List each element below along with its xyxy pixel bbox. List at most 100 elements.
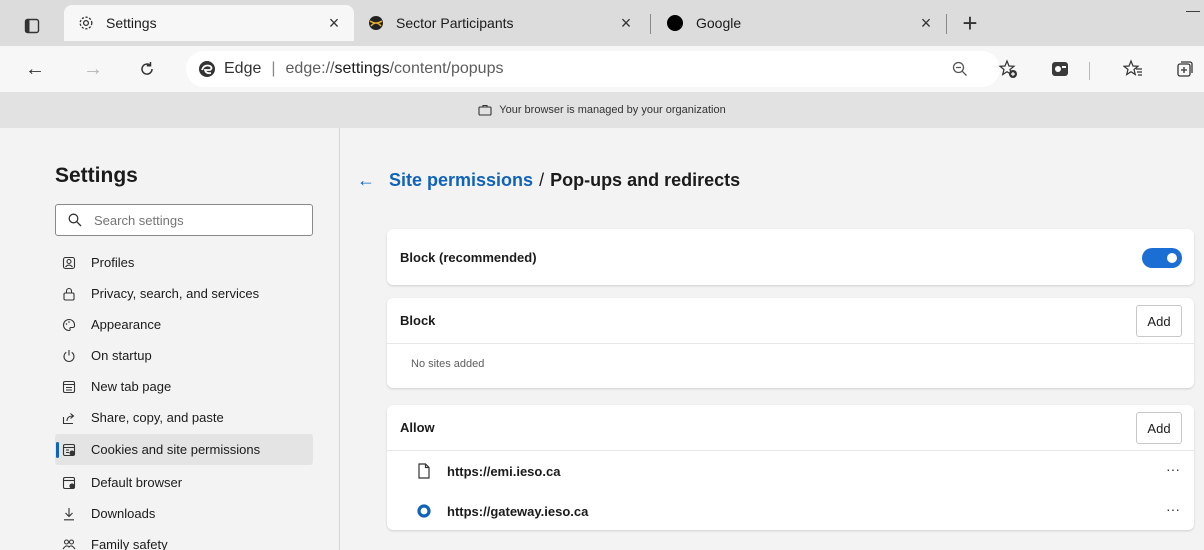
sidebar-item-label: Privacy, search, and services — [91, 286, 260, 301]
main-content: ← Site permissions / Pop-ups and redirec… — [341, 128, 1204, 550]
extension-icon — [1052, 62, 1068, 76]
block-list-card: Block Add No sites added — [387, 298, 1194, 388]
more-options-button[interactable]: ··· — [1166, 501, 1180, 517]
briefcase-icon — [478, 104, 492, 116]
toolbar: ← → Edge | edge://settings/content/popup… — [0, 46, 1204, 92]
collections-button[interactable] — [1172, 56, 1198, 82]
sidebar-item-family-safety[interactable]: Family safety — [55, 529, 313, 550]
allow-site-row: https://emi.ieso.ca ··· — [387, 451, 1194, 491]
url-text: edge://settings/content/popups — [286, 60, 504, 78]
palette-icon — [60, 316, 78, 334]
sidebar-item-label: Downloads — [91, 506, 156, 521]
tab-google[interactable]: Google × — [656, 5, 946, 41]
lock-icon — [60, 285, 78, 303]
tab-strip: Settings × Sector Participants × Google … — [0, 0, 1204, 46]
tab-separator — [946, 14, 947, 34]
tab-separator — [650, 14, 651, 34]
gear-icon — [79, 16, 93, 30]
tab-close-button[interactable]: × — [320, 13, 348, 34]
page-title: Pop-ups and redirects — [550, 170, 741, 190]
block-recommended-label: Block (recommended) — [400, 249, 537, 265]
sidebar-item-label: Cookies and site permissions — [91, 442, 261, 457]
sidebar-item-downloads[interactable]: Downloads — [55, 498, 313, 529]
sidebar-item-appearance[interactable]: Appearance — [55, 309, 313, 340]
refresh-icon — [141, 62, 153, 75]
managed-banner: Your browser is managed by your organiza… — [0, 92, 1204, 128]
minimize-button[interactable]: — — [1186, 2, 1200, 18]
site-ring-icon — [415, 504, 433, 518]
add-favorite-button[interactable] — [995, 56, 1021, 82]
allow-list-card: Allow Add https://emi.ieso.ca ··· https:… — [387, 405, 1194, 530]
sidebar-item-profiles[interactable]: Profiles — [55, 247, 313, 278]
tab-actions-button[interactable] — [14, 12, 50, 40]
block-recommended-row: Block (recommended) — [387, 229, 1194, 285]
toolbar-divider — [1089, 62, 1090, 80]
tab-sector-participants[interactable]: Sector Participants × — [356, 5, 646, 41]
url-rest: /content/popups — [389, 60, 504, 77]
block-add-button[interactable]: Add — [1136, 305, 1182, 337]
search-settings[interactable] — [55, 204, 313, 236]
sidebar-item-label: On startup — [91, 348, 152, 363]
edge-label: Edge — [224, 60, 262, 77]
tab-title: Sector Participants — [396, 15, 514, 31]
allow-list-title: Allow — [400, 420, 435, 435]
allow-add-button[interactable]: Add — [1136, 412, 1182, 444]
collections-icon — [1177, 61, 1193, 77]
breadcrumb-back-button[interactable]: ← — [357, 170, 375, 191]
globe-icon — [369, 16, 383, 30]
settings-title: Settings — [55, 164, 138, 187]
tab-close-button[interactable]: × — [612, 13, 640, 34]
allow-list-header: Allow Add — [387, 405, 1194, 450]
circle-icon — [667, 15, 683, 31]
download-icon — [60, 505, 78, 523]
tab-settings[interactable]: Settings × — [64, 5, 354, 41]
star-add-icon — [998, 59, 1017, 78]
share-icon — [60, 409, 78, 427]
search-input[interactable] — [94, 212, 294, 228]
sidebar-item-label: Default browser — [91, 475, 183, 490]
page-icon — [415, 463, 433, 479]
block-recommended-card: Block (recommended) — [387, 229, 1194, 285]
breadcrumb-link-site-permissions[interactable]: Site permissions — [389, 170, 533, 191]
favorites-icon — [1123, 59, 1142, 76]
tab-close-button[interactable]: × — [912, 13, 940, 34]
zoom-out-icon — [952, 61, 967, 76]
sidebar-item-label: New tab page — [91, 379, 172, 394]
more-options-button[interactable]: ··· — [1166, 461, 1180, 477]
search-icon — [68, 213, 82, 227]
sidebar-item-default-browser[interactable]: Default browser — [55, 467, 313, 498]
sidebar-item-label: Share, copy, and paste — [91, 410, 224, 425]
block-list-title: Block — [400, 313, 436, 328]
cookies-icon — [60, 441, 78, 459]
breadcrumb: ← Site permissions / Pop-ups and redirec… — [357, 170, 740, 191]
family-icon — [60, 536, 78, 550]
tab-title: Google — [696, 15, 742, 31]
block-empty-text: No sites added — [411, 358, 485, 370]
favorites-button[interactable] — [1120, 56, 1146, 82]
power-icon — [60, 347, 78, 365]
sidebar-item-cookies-site-permissions[interactable]: Cookies and site permissions — [55, 434, 313, 465]
address-bar[interactable]: Edge | edge://settings/content/popups — [186, 51, 1000, 87]
sidebar-item-new-tab-page[interactable]: New tab page — [55, 371, 313, 402]
sidebar-item-label: Appearance — [91, 317, 162, 332]
sidebar-item-label: Family safety — [91, 537, 168, 550]
refresh-button[interactable] — [132, 54, 162, 84]
extension-button[interactable] — [1047, 56, 1073, 82]
block-list-header: Block Add — [387, 298, 1194, 343]
sidebar-item-privacy[interactable]: Privacy, search, and services — [55, 278, 313, 309]
sidebar-item-share-copy-paste[interactable]: Share, copy, and paste — [55, 402, 313, 433]
sidebar-item-on-startup[interactable]: On startup — [55, 340, 313, 371]
newtab-icon — [60, 378, 78, 396]
forward-button[interactable]: → — [78, 54, 108, 84]
block-recommended-toggle[interactable] — [1142, 248, 1182, 268]
new-tab-button[interactable]: + — [954, 8, 986, 40]
zoom-button[interactable] — [947, 56, 973, 82]
allow-site-url: https://gateway.ieso.ca — [447, 503, 589, 519]
allow-site-url: https://emi.ieso.ca — [447, 463, 561, 479]
tab-actions-icon — [24, 18, 40, 34]
address-separator: | — [271, 60, 276, 77]
block-empty-row: No sites added — [387, 344, 1194, 384]
edge-logo-icon — [199, 61, 215, 77]
browser-icon — [60, 474, 78, 492]
back-button[interactable]: ← — [20, 54, 50, 84]
